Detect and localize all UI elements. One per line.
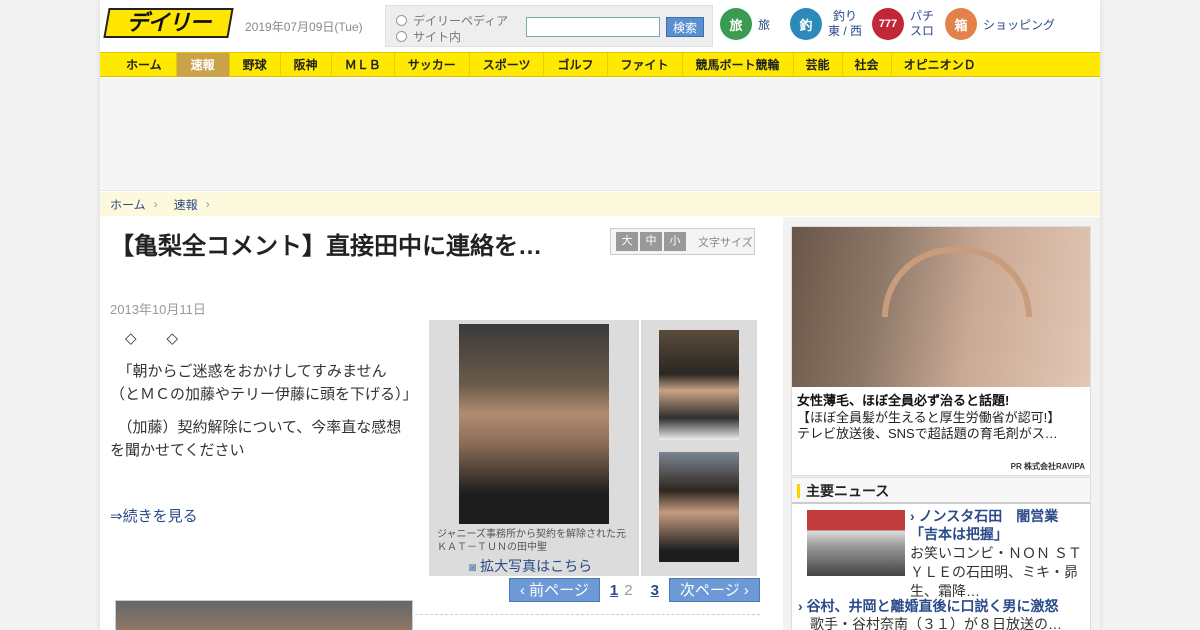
photo-caption: ジャニーズ事務所から契約を解除された元ＫＡＴ－ＴＵＮの田中聖 bbox=[437, 529, 626, 553]
nav-mlb[interactable]: ＭＬＢ bbox=[332, 53, 395, 77]
daily-logo[interactable]: デイリー bbox=[103, 8, 234, 38]
current-date: 2019年07月09日(Tue) bbox=[245, 20, 363, 34]
nav-sports[interactable]: スポーツ bbox=[470, 53, 545, 77]
sidebar-ad[interactable]: 女性薄毛、ほぼ全員必ず治ると話題! 【ほぼ全員髪が生えると厚生労働省が認可!】 … bbox=[791, 226, 1091, 476]
page-3-link[interactable]: 3 bbox=[651, 582, 659, 599]
article-paragraph: （加藤）契約解除について、今率直な感想を聞かせてください bbox=[110, 419, 402, 459]
ad-sponsor: PR 株式会社RAVIPA bbox=[1010, 462, 1085, 471]
nav-breaking[interactable]: 速報 bbox=[176, 53, 230, 77]
article-photo[interactable] bbox=[459, 324, 609, 524]
bus-icon: 旅 bbox=[720, 8, 752, 40]
article-title: 【亀梨全コメント】直接田中に連絡を… bbox=[110, 233, 542, 260]
main-nav: ホーム 速報 野球 阪神 ＭＬＢ サッカー スポーツ ゴルフ ファイト 競馬ボー… bbox=[100, 52, 1100, 77]
nav-entertainment[interactable]: 芸能 bbox=[794, 53, 843, 77]
chevron-left-icon: ‹ bbox=[520, 582, 530, 599]
search-box: デイリーペディア サイト内 検索 bbox=[385, 5, 713, 47]
logo-text: デイリー bbox=[126, 10, 211, 35]
camera-icon: ◙ bbox=[469, 560, 477, 574]
chevron-right-icon: › bbox=[153, 197, 158, 211]
prev-page-button[interactable]: ‹ 前ページ bbox=[509, 578, 600, 602]
search-option-site[interactable]: サイト内 bbox=[396, 28, 461, 45]
ad-image[interactable] bbox=[792, 227, 1090, 387]
shopping-box-icon: 箱 bbox=[945, 8, 977, 40]
pachislot-link[interactable]: 777 パチ スロ bbox=[872, 6, 934, 42]
nav-society[interactable]: 社会 bbox=[843, 53, 892, 77]
photo-thumbnail[interactable] bbox=[659, 452, 739, 562]
read-more-link[interactable]: ⇒続きを見る bbox=[110, 505, 198, 526]
pagination: ‹ 前ページ 1 2 3 次ページ › bbox=[509, 578, 760, 602]
photo-thumbnail[interactable] bbox=[659, 330, 739, 440]
nav-hanshin[interactable]: 阪神 bbox=[281, 53, 332, 77]
main-photo: ジャニーズ事務所から契約を解除された元ＫＡＴ－ＴＵＮの田中聖 ◙ 拡大写真はこち… bbox=[429, 320, 639, 576]
article-main: 【亀梨全コメント】直接田中に連絡を… 大 中 小 文字サイズ 2013年10月1… bbox=[100, 217, 782, 630]
article-date: 2013年10月11日 bbox=[110, 302, 206, 317]
chevron-right-icon: › bbox=[910, 508, 919, 524]
breadcrumb-home[interactable]: ホーム bbox=[110, 196, 146, 213]
top-ad-area bbox=[100, 78, 1100, 191]
travel-link[interactable]: 旅 旅 bbox=[720, 6, 770, 42]
chevron-right-icon: › bbox=[798, 598, 807, 614]
search-option-dailypedia[interactable]: デイリーペディア bbox=[396, 12, 508, 29]
nav-baseball[interactable]: 野球 bbox=[230, 53, 281, 77]
main-news: 主要ニュース › ノンスタ石田 闇営業「吉本は把握」 お笑いコンビ・ＮＯＮ ＳＴ… bbox=[791, 477, 1091, 630]
divider bbox=[415, 614, 760, 615]
header: デイリー 2019年07月09日(Tue) デイリーペディア サイト内 検索 旅… bbox=[100, 0, 1100, 50]
font-size-control: 大 中 小 文字サイズ bbox=[610, 228, 755, 255]
nav-fight[interactable]: ファイト bbox=[608, 53, 683, 77]
breadcrumb: ホーム › 速報 › bbox=[100, 192, 1100, 216]
nav-soccer[interactable]: サッカー bbox=[395, 53, 470, 77]
news-thumbnail[interactable] bbox=[807, 510, 905, 576]
chevron-right-icon: › bbox=[205, 197, 210, 211]
sidebar: 女性薄毛、ほぼ全員必ず治ると話題! 【ほぼ全員髪が生えると厚生労働省が認可!】 … bbox=[783, 217, 1100, 630]
chevron-right-icon: › bbox=[739, 582, 749, 599]
search-input[interactable] bbox=[526, 17, 660, 37]
breadcrumb-breaking[interactable]: 速報 bbox=[174, 196, 198, 213]
page-2-current: 2 bbox=[624, 581, 633, 599]
page: デイリー 2019年07月09日(Tue) デイリーペディア サイト内 検索 旅… bbox=[100, 0, 1100, 630]
news-item-desc: お笑いコンビ・ＮＯＮ ＳＴＹＬＥの石田明、ミキ・昴生、霜降… bbox=[910, 545, 1082, 599]
main-news-heading: 主要ニュース bbox=[792, 478, 1090, 504]
nav-keiba[interactable]: 競馬ボート競輪 bbox=[683, 53, 794, 77]
slot-777-icon: 777 bbox=[872, 8, 904, 40]
nav-opinion[interactable]: オピニオンＤ bbox=[892, 53, 988, 77]
news-item-title[interactable]: › ノンスタ石田 闇営業「吉本は把握」 bbox=[910, 507, 1082, 543]
font-size-label: 文字サイズ bbox=[698, 236, 753, 249]
radio-icon[interactable] bbox=[396, 31, 407, 42]
article-body: ◇ ◇ 「朝からご迷惑をおかけしてすみません（とＭＣの加藤やテリー伊藤に頭を下げ… bbox=[110, 327, 418, 472]
related-photo[interactable] bbox=[115, 600, 413, 630]
ad-text: テレビ放送後、SNSで超話題の育毛剤がス… bbox=[797, 426, 1058, 441]
nav-home[interactable]: ホーム bbox=[100, 53, 177, 77]
search-button[interactable]: 検索 bbox=[666, 17, 704, 37]
nav-golf[interactable]: ゴルフ bbox=[544, 53, 608, 77]
font-size-small-button[interactable]: 小 bbox=[664, 232, 686, 251]
radio-icon[interactable] bbox=[396, 15, 407, 26]
page-1-link[interactable]: 1 bbox=[610, 582, 618, 599]
side-photos bbox=[641, 320, 757, 576]
next-page-button[interactable]: 次ページ › bbox=[668, 578, 760, 602]
article-paragraph: ◇ ◇ bbox=[110, 330, 179, 347]
enlarge-photo-link[interactable]: ◙ 拡大写真はこちら bbox=[469, 556, 592, 576]
fish-icon: 釣 bbox=[790, 8, 822, 40]
article-paragraph: 「朝からご迷惑をおかけしてすみません（とＭＣの加藤やテリー伊藤に頭を下げる）」 bbox=[110, 363, 418, 403]
fishing-link[interactable]: 釣 釣り 東 / 西 bbox=[790, 6, 862, 42]
shopping-link[interactable]: 箱 ショッピング bbox=[945, 6, 1055, 42]
font-size-large-button[interactable]: 大 bbox=[616, 232, 638, 251]
news-item-desc: 歌手・谷村奈南（３１）が８日放送の… bbox=[810, 616, 1062, 630]
font-size-medium-button[interactable]: 中 bbox=[640, 232, 662, 251]
news-item-title[interactable]: › 谷村、井岡と離婚直後に口説く男に激怒 bbox=[798, 596, 1059, 616]
